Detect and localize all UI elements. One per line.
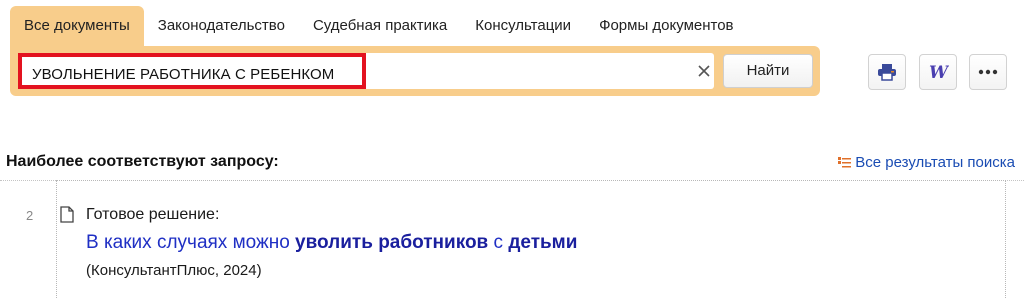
more-icon [978, 69, 998, 75]
svg-text:W: W [929, 63, 949, 81]
clear-icon[interactable] [694, 61, 714, 81]
search-input[interactable]: УВОЛЬНЕНИЕ РАБОТНИКА С РЕБЕНКОМ [18, 53, 714, 89]
result-title-keyword[interactable]: уволить работников [295, 232, 488, 253]
tab-consultations[interactable]: Консультации [461, 6, 585, 46]
print-icon [878, 64, 896, 81]
word-export-button[interactable]: W [919, 54, 957, 90]
tab-court-practice[interactable]: Судебная практика [299, 6, 461, 46]
all-results-label[interactable]: Все результаты поиска [855, 154, 1015, 171]
print-button[interactable] [868, 54, 906, 90]
more-button[interactable] [969, 54, 1007, 90]
result-title-link[interactable]: В каких случаях можно уволить работников… [86, 232, 577, 254]
result-title-part[interactable]: В каких случаях можно [86, 232, 295, 253]
results-list-icon [838, 156, 852, 167]
result-source: (КонсультантПлюс, 2024) [86, 262, 262, 279]
find-button[interactable]: Найти [723, 54, 813, 88]
search-query-text[interactable]: УВОЛЬНЕНИЕ РАБОТНИКА С РЕБЕНКОМ [18, 53, 366, 89]
all-results-link[interactable]: Все результаты поиска [838, 154, 1015, 171]
document-type-tabs: Все документы Законодательство Судебная … [10, 6, 748, 46]
result-title-part[interactable]: с [488, 232, 508, 253]
results-heading: Наиболее соответствуют запросу: [6, 153, 279, 170]
result-number: 2 [26, 208, 34, 223]
search-panel: УВОЛЬНЕНИЕ РАБОТНИКА С РЕБЕНКОМ Найти [10, 46, 820, 96]
result-title-keyword[interactable]: детьми [508, 232, 577, 253]
tab-legislation[interactable]: Законодательство [144, 6, 299, 46]
result-kind: Готовое решение: [86, 206, 220, 223]
tab-all-documents[interactable]: Все документы [10, 6, 144, 46]
tab-document-forms[interactable]: Формы документов [585, 6, 747, 46]
word-export-icon: W [929, 63, 949, 81]
document-icon [60, 206, 74, 223]
